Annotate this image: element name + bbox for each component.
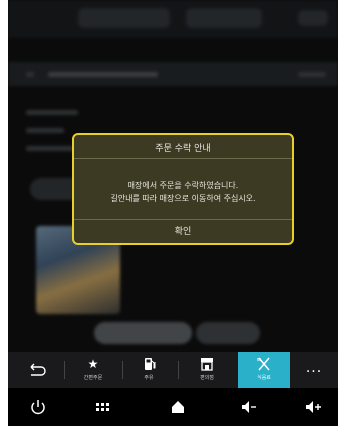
dialog-message-line-1: 매장에서 주문을 수락하였습니다. [127, 181, 239, 190]
nav-item-food-beverage[interactable]: 식음료 [238, 352, 290, 388]
top-bar [8, 0, 338, 38]
bottom-nav: ★ 간편주문 주유 편의점 식음료 ... [8, 352, 338, 388]
grid-menu-icon [82, 388, 122, 426]
dialog-divider-top [74, 158, 292, 159]
top-tab-2 [186, 8, 262, 28]
info-line-3 [26, 146, 74, 151]
info-line-1 [26, 110, 78, 115]
home-button[interactable] [158, 388, 198, 426]
power-icon [18, 388, 58, 426]
dialog-title: 주문 수락 안내 [155, 144, 211, 154]
fork-knife-icon [238, 357, 290, 371]
nav-divider [122, 361, 123, 379]
bg-pill-right [196, 322, 260, 344]
nav-divider [64, 361, 65, 379]
info-line-2 [26, 128, 64, 133]
nav-back-button[interactable] [14, 352, 60, 388]
star-icon: ★ [87, 357, 99, 371]
nav-item-label: 간편주문 [83, 375, 103, 381]
nav-item-label: 주유 [144, 375, 154, 381]
fuel-pump-icon [126, 357, 172, 371]
dialog-message-line-2: 길안내를 따라 매장으로 이동하여 주십시오. [110, 194, 256, 203]
header-title [48, 72, 158, 77]
volume-down-icon [228, 388, 268, 426]
nav-more-button[interactable]: ... [294, 352, 334, 388]
nav-item-fuel[interactable]: 주유 [126, 352, 172, 388]
menu-button[interactable] [82, 388, 122, 426]
nav-item-label: 편의점 [200, 375, 214, 381]
home-icon [158, 388, 198, 426]
nav-item-label: 식음료 [257, 375, 271, 381]
order-accepted-dialog: 주문 수락 안내 매장에서 주문을 수락하였습니다. 길안내를 따라 매장으로 … [72, 133, 294, 245]
infotainment-screen: 주문 수락 안내 매장에서 주문을 수락하였습니다. 길안내를 따라 매장으로 … [8, 0, 338, 426]
bg-pill-left [94, 322, 192, 344]
dialog-divider-bottom [74, 219, 292, 220]
top-tab-1 [78, 8, 170, 28]
nav-item-convenience-store[interactable]: 편의점 [184, 352, 230, 388]
back-arrow-icon [14, 363, 60, 377]
store-icon [184, 357, 230, 371]
power-button[interactable] [18, 388, 58, 426]
nav-divider [178, 361, 179, 379]
nav-item-quick-order[interactable]: ★ 간편주문 [70, 352, 116, 388]
confirm-button[interactable]: 확인 [74, 221, 292, 243]
header-back [26, 72, 34, 77]
more-icon: ... [305, 360, 323, 376]
volume-up-icon [292, 388, 332, 426]
dialog-message: 매장에서 주문을 수락하였습니다. 길안내를 따라 매장으로 이동하여 주십시오… [74, 179, 292, 205]
header-action [298, 72, 326, 77]
volume-up-button[interactable] [292, 388, 332, 426]
system-bar [8, 388, 338, 426]
top-tab-3 [298, 10, 328, 26]
volume-down-button[interactable] [228, 388, 268, 426]
